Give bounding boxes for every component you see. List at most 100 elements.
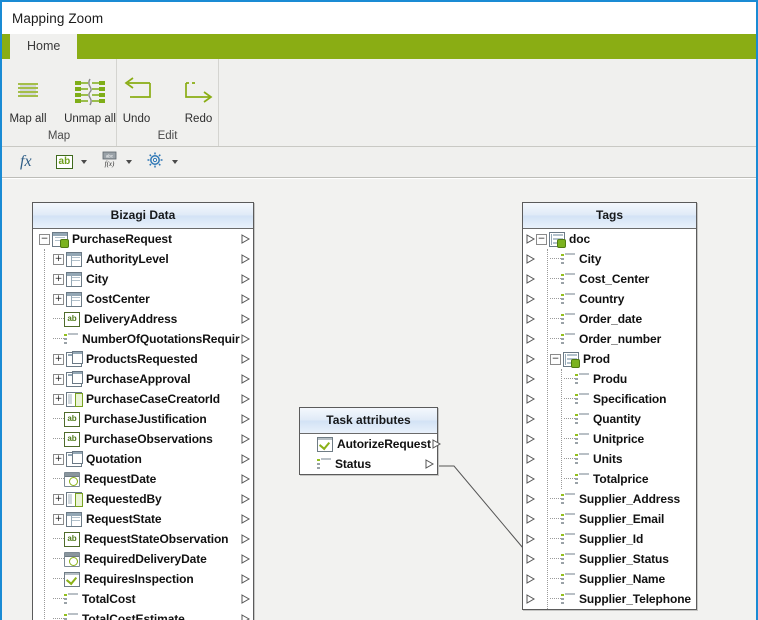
mapping-connector-handle[interactable]	[240, 254, 251, 264]
mapping-connector-handle[interactable]	[240, 234, 251, 244]
mapping-connector-handle[interactable]	[525, 234, 536, 244]
mapping-connector-handle[interactable]	[525, 274, 536, 284]
mapping-connector-handle[interactable]	[240, 474, 251, 484]
mapping-connector-handle[interactable]	[525, 534, 536, 544]
tree-line	[53, 418, 64, 420]
expand-icon[interactable]: +	[53, 513, 64, 525]
mapping-connector-handle[interactable]	[525, 474, 536, 484]
mapping-connector-handle[interactable]	[240, 314, 251, 324]
tree-row[interactable]: AutorizeRequest	[300, 434, 441, 454]
tree-row[interactable]: RequestDate	[33, 469, 253, 489]
tree-row[interactable]: + PurchaseApproval	[33, 369, 253, 389]
tree-row-label: Quantity	[593, 412, 641, 426]
mapping-connector-handle[interactable]	[240, 434, 251, 444]
tree-row[interactable]: ab PurchaseJustification	[33, 409, 253, 429]
mapping-canvas[interactable]: Bizagi Data − PurchaseRequest + AuthorityLev…	[2, 179, 756, 620]
tree-row[interactable]: + CostCenter	[33, 289, 253, 309]
text-value-dropdown-caret[interactable]	[81, 160, 88, 164]
text-ab-icon: ab	[64, 311, 80, 327]
settings-dropdown-caret[interactable]	[172, 160, 179, 164]
numeric-function-dropdown-caret[interactable]	[126, 160, 133, 164]
mapping-connector-handle[interactable]	[525, 574, 536, 584]
mapping-connector-handle[interactable]	[240, 374, 251, 384]
expand-icon[interactable]: +	[53, 393, 64, 405]
mapping-connector-handle[interactable]	[525, 254, 536, 264]
function-button[interactable]: fx	[10, 149, 42, 175]
mapping-connector-handle[interactable]	[240, 554, 251, 564]
list-icon	[561, 492, 575, 506]
mapping-connector-handle[interactable]	[525, 494, 536, 504]
text-value-button[interactable]: ab	[52, 149, 78, 175]
tree-row[interactable]: + RequestState	[33, 509, 253, 529]
tree-row[interactable]: + PurchaseCaseCreatorId	[33, 389, 253, 409]
collapse-icon[interactable]: −	[39, 233, 50, 245]
bizagi-data-panel: Bizagi Data − PurchaseRequest + AuthorityLev…	[32, 202, 254, 620]
tab-home[interactable]: Home	[10, 34, 78, 59]
mapping-connector-handle[interactable]	[525, 554, 536, 564]
tree-row[interactable]: NumberOfQuotationsRequir	[33, 329, 253, 349]
mapping-connector-handle[interactable]	[240, 274, 251, 284]
tree-row[interactable]: TotalCostEstimate	[33, 609, 253, 620]
expand-icon[interactable]: +	[53, 453, 64, 465]
mapping-connector-handle[interactable]	[240, 354, 251, 364]
mapping-connector-handle[interactable]	[525, 394, 536, 404]
tree-row[interactable]: ab DeliveryAddress	[33, 309, 253, 329]
settings-button[interactable]	[142, 149, 168, 175]
mapping-connector-handle[interactable]	[525, 374, 536, 384]
tree-row[interactable]: TotalCost	[33, 589, 253, 609]
tree-row[interactable]: − PurchaseRequest	[33, 229, 253, 249]
numeric-function-button[interactable]: abc f(x)	[97, 149, 122, 175]
expand-icon[interactable]: +	[53, 493, 64, 505]
collapse-icon[interactable]: −	[550, 353, 561, 365]
mapping-connector-handle[interactable]	[240, 414, 251, 424]
task-attributes-panel-tree[interactable]: AutorizeRequest Status	[300, 434, 441, 474]
tree-row[interactable]: Status	[300, 454, 437, 474]
tags-panel-header: Tags	[523, 203, 696, 229]
mapping-connector-handle[interactable]	[240, 514, 251, 524]
expand-icon[interactable]: +	[53, 293, 64, 305]
mapping-connector-handle[interactable]	[431, 439, 442, 449]
tree-row[interactable]: ab RequestStateObservation	[33, 529, 253, 549]
tree-row[interactable]: + Quotation	[33, 449, 253, 469]
mapping-connector-handle[interactable]	[240, 294, 251, 304]
tree-row[interactable]: + RequestedBy	[33, 489, 253, 509]
collapse-icon[interactable]: −	[536, 233, 547, 245]
tree-row[interactable]: + City	[33, 269, 253, 289]
mapping-connector-handle[interactable]	[525, 334, 536, 344]
expand-icon[interactable]: +	[53, 253, 64, 265]
mapping-connector-handle[interactable]	[525, 514, 536, 524]
expand-icon[interactable]: +	[53, 273, 64, 285]
tree-row[interactable]: RequiresInspection	[33, 569, 253, 589]
mapping-connector-handle[interactable]	[240, 334, 251, 344]
mapping-connector-handle[interactable]	[525, 594, 536, 604]
bizagi-data-panel-tree[interactable]: − PurchaseRequest + AuthorityLevel + City + Cos…	[33, 229, 253, 620]
mapping-connector-handle[interactable]	[525, 434, 536, 444]
tree-row[interactable]: + AuthorityLevel	[33, 249, 253, 269]
tree-row[interactable]: RequiredDeliveryDate	[33, 549, 253, 569]
mapping-connector-handle[interactable]	[525, 414, 536, 424]
mapping-connector-handle[interactable]	[240, 394, 251, 404]
tree-row[interactable]: ab PurchaseObservations	[33, 429, 253, 449]
mapping-connector-handle[interactable]	[525, 454, 536, 464]
expand-icon[interactable]: +	[53, 353, 64, 365]
mapping-connector-handle[interactable]	[240, 494, 251, 504]
mapping-connector-handle[interactable]	[240, 534, 251, 544]
mapping-connector-handle[interactable]	[240, 454, 251, 464]
mapping-connector-handle[interactable]	[240, 614, 251, 620]
undo-button[interactable]: Undo	[106, 65, 168, 130]
xml-doc-icon	[549, 231, 566, 248]
tree-row-label: Totalprice	[593, 472, 649, 486]
ribbon-tab-strip: Home	[2, 34, 756, 59]
mapping-connector-handle[interactable]	[525, 294, 536, 304]
expand-icon[interactable]: +	[53, 373, 64, 385]
mapping-connector-handle[interactable]	[424, 459, 435, 469]
tags-panel-tree[interactable]: − doc City Cost_Center Country Order_date Orde…	[523, 229, 696, 609]
tree-row[interactable]: + ProductsRequested	[33, 349, 253, 369]
mapping-connector-handle[interactable]	[240, 574, 251, 584]
mapping-connector-handle[interactable]	[525, 354, 536, 364]
mapping-link	[439, 465, 524, 549]
mapping-connector-handle[interactable]	[525, 314, 536, 324]
map-all-button[interactable]: Map all	[0, 65, 59, 130]
tree-row[interactable]: − doc	[523, 229, 696, 249]
mapping-connector-handle[interactable]	[240, 594, 251, 604]
